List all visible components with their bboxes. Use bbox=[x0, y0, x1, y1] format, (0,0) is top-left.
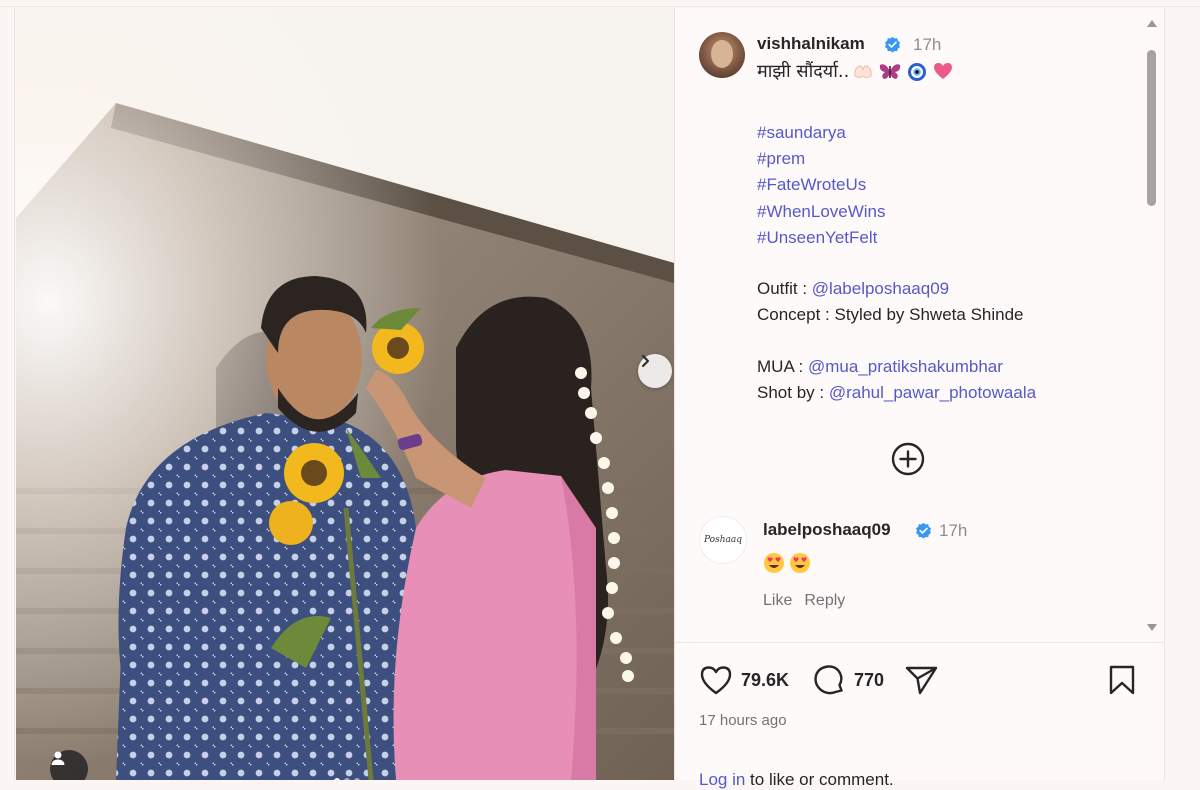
verified-badge-icon bbox=[915, 522, 932, 539]
photographer-credit: Shot by : @rahul_pawar_photowaala bbox=[757, 380, 1036, 406]
login-prompt: Log in to like or comment. bbox=[699, 770, 894, 790]
post-details-panel: vishhalnikam 17h माझी सौंदर्या.. #saunda… bbox=[674, 8, 1165, 789]
photographer-mention-link[interactable]: @rahul_pawar_photowaala bbox=[829, 383, 1036, 402]
pink-heart-emoji bbox=[934, 63, 953, 79]
comment-action: 770 bbox=[812, 660, 884, 700]
caption-emojis bbox=[853, 62, 953, 82]
tagged-users-button[interactable] bbox=[50, 750, 88, 780]
post-media[interactable] bbox=[16, 8, 674, 780]
comment-text bbox=[763, 552, 811, 574]
panel-right-border bbox=[1164, 8, 1165, 780]
scroll-down-arrow[interactable] bbox=[1147, 624, 1157, 631]
heart-eyes-emoji bbox=[790, 553, 810, 573]
save-action bbox=[1107, 660, 1137, 700]
actions-divider bbox=[675, 642, 1165, 643]
like-action: 79.6K bbox=[699, 660, 789, 700]
concept-credit: Concept : Styled by Shweta Shinde bbox=[757, 305, 1024, 324]
hashtag-link[interactable]: #FateWroteUs bbox=[757, 172, 886, 198]
post-time: 17h bbox=[913, 35, 942, 54]
hashtag-link[interactable]: #saundarya bbox=[757, 120, 886, 146]
comment-bubble-icon[interactable] bbox=[812, 663, 846, 697]
scroll-up-arrow[interactable] bbox=[1147, 20, 1157, 27]
send-icon[interactable] bbox=[905, 664, 939, 696]
posted-time-ago: 17 hours ago bbox=[699, 712, 787, 729]
mua-credit: MUA : @mua_pratikshakumbhar bbox=[757, 354, 1036, 380]
heart-eyes-emoji bbox=[764, 553, 784, 573]
hashtag-link[interactable]: #UnseenYetFelt bbox=[757, 225, 886, 251]
comment-reply-button[interactable]: Reply bbox=[804, 592, 845, 610]
next-image-button[interactable] bbox=[638, 354, 672, 388]
heart-icon[interactable] bbox=[699, 664, 733, 696]
plus-circle-icon[interactable] bbox=[891, 442, 925, 476]
comment-time: 17h bbox=[939, 521, 968, 540]
shot-label: Shot by : bbox=[757, 383, 829, 402]
post-actions-bar: 79.6K 770 bbox=[699, 660, 1149, 700]
post-photo bbox=[16, 8, 674, 780]
mua-mention-link[interactable]: @mua_pratikshakumbhar bbox=[808, 357, 1003, 376]
commenter-avatar-logo: Poshaaq bbox=[703, 535, 743, 545]
outfit-mention-link[interactable]: @labelposhaaq09 bbox=[812, 279, 949, 298]
commenter-avatar[interactable]: Poshaaq bbox=[699, 516, 747, 564]
chevron-right-icon bbox=[642, 355, 649, 367]
hashtag-link[interactable]: #WhenLoveWins bbox=[757, 199, 886, 225]
commenter-username[interactable]: labelposhaaq09 bbox=[763, 520, 891, 540]
comments-scrollbar[interactable] bbox=[1145, 20, 1159, 631]
outfit-label: Outfit : bbox=[757, 279, 812, 298]
likes-count[interactable]: 79.6K bbox=[741, 670, 789, 691]
butterfly-emoji bbox=[880, 64, 901, 79]
left-edge bbox=[14, 8, 15, 780]
author-username[interactable]: vishhalnikam bbox=[757, 34, 865, 54]
caption-credits: Outfit : @labelposhaaq09 Concept : Style… bbox=[757, 276, 1036, 406]
share-action bbox=[905, 660, 939, 700]
hashtag-list: #saundarya #prem #FateWroteUs #WhenLoveW… bbox=[757, 120, 886, 251]
scrollbar-thumb[interactable] bbox=[1147, 50, 1156, 206]
user-tag-icon bbox=[51, 751, 65, 765]
evil-eye-emoji bbox=[908, 63, 927, 81]
comment-like-button[interactable]: Like bbox=[763, 592, 792, 610]
comment-actions: Like Reply bbox=[763, 592, 845, 610]
mua-label: MUA : bbox=[757, 357, 809, 376]
caption-text: माझी सौंदर्या.. bbox=[757, 61, 850, 82]
top-divider bbox=[0, 6, 1200, 7]
verified-badge-icon bbox=[884, 36, 901, 53]
hashtag-link[interactable]: #prem bbox=[757, 146, 886, 172]
outfit-credit: Outfit : @labelposhaaq09 bbox=[757, 276, 1036, 302]
comments-count[interactable]: 770 bbox=[854, 670, 884, 691]
caption-first-line: माझी सौंदर्या.. bbox=[757, 59, 953, 83]
bookmark-icon[interactable] bbox=[1107, 664, 1137, 696]
author-avatar[interactable] bbox=[699, 32, 745, 78]
folded-hands-emoji bbox=[854, 65, 873, 78]
